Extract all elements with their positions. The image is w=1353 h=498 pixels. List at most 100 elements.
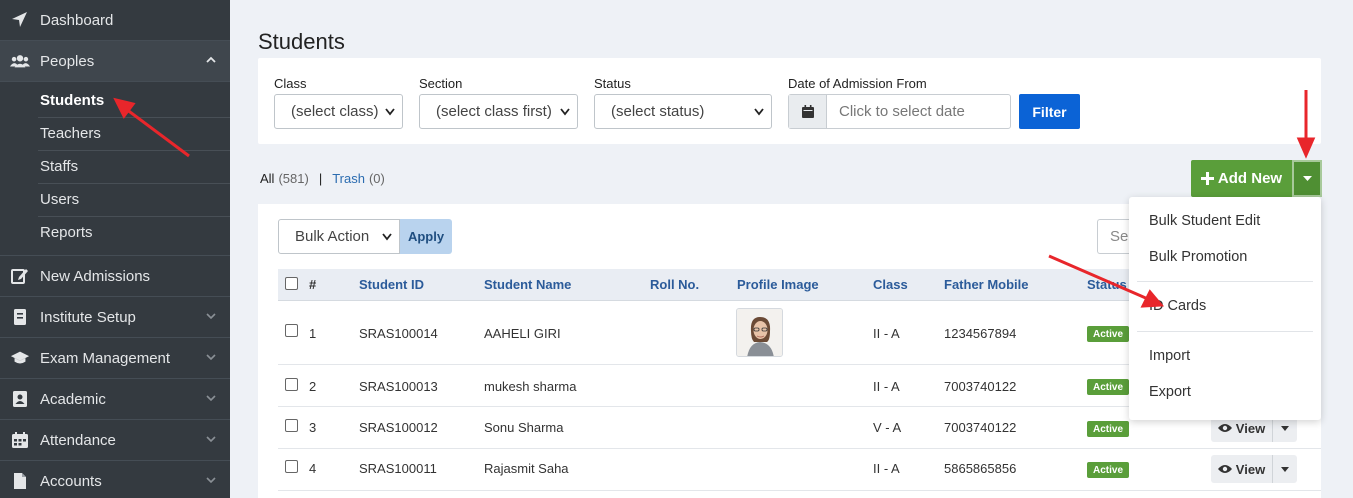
cell-num: 2 xyxy=(309,379,317,394)
bulk-action-value: Bulk Action xyxy=(295,228,370,245)
cell-student-name: Sonu Sharma xyxy=(484,420,564,435)
sidebar-item-accounts[interactable]: Accounts xyxy=(0,461,230,498)
avatar[interactable] xyxy=(736,308,783,357)
status-badge: Active xyxy=(1087,462,1130,478)
filter-panel: Class (select class) Section (select cla… xyxy=(258,58,1321,144)
sidebar-subitem-students[interactable]: Students xyxy=(0,84,230,117)
section-label: Section xyxy=(419,76,463,91)
cell-student-id: SRAS100011 xyxy=(359,461,437,476)
select-all-checkbox[interactable] xyxy=(285,277,298,290)
sidebar-subitem-staffs[interactable]: Staffs xyxy=(0,150,230,183)
chevron-down-icon xyxy=(382,233,392,241)
sidebar-subitem-users[interactable]: Users xyxy=(0,183,230,216)
col-student-id[interactable]: Student ID xyxy=(359,277,424,292)
col-student-name[interactable]: Student Name xyxy=(484,277,571,292)
col-class[interactable]: Class xyxy=(873,277,908,292)
sidebar: Dashboard Peoples Students Teachers Staf… xyxy=(0,0,230,498)
cell-student-id: SRAS100012 xyxy=(359,420,438,435)
caret-down-icon xyxy=(1281,425,1289,431)
class-select[interactable]: (select class) xyxy=(274,94,403,129)
book-icon xyxy=(10,307,30,327)
sidebar-item-exam-management[interactable]: Exam Management xyxy=(0,338,230,378)
status-badge: Active xyxy=(1087,421,1130,437)
sidebar-item-attendance[interactable]: Attendance xyxy=(0,420,230,460)
calendar-icon xyxy=(10,430,30,450)
col-father-mobile[interactable]: Father Mobile xyxy=(944,277,1029,292)
row-checkbox[interactable] xyxy=(285,324,298,337)
cell-student-name: mukesh sharma xyxy=(484,379,577,394)
status-label: Status xyxy=(594,76,631,91)
sidebar-item-label: Dashboard xyxy=(40,11,114,29)
section-select-value: (select class first) xyxy=(436,103,552,120)
cell-father-mobile: 1234567894 xyxy=(944,326,1017,341)
status-select[interactable]: (select status) xyxy=(594,94,772,129)
sidebar-item-institute-setup[interactable]: Institute Setup xyxy=(0,297,230,337)
sidebar-item-new-admissions[interactable]: New Admissions xyxy=(0,256,230,296)
row-actions-toggle[interactable] xyxy=(1273,455,1297,483)
tab-trash[interactable]: Trash xyxy=(332,171,365,186)
row-checkbox[interactable] xyxy=(285,460,298,473)
apply-button[interactable]: Apply xyxy=(400,219,452,254)
menu-item-bulk-promotion[interactable]: Bulk Promotion xyxy=(1149,249,1247,265)
col-status[interactable]: Status xyxy=(1087,277,1127,292)
menu-item-export[interactable]: Export xyxy=(1149,384,1191,400)
cell-class: II - A xyxy=(873,379,900,394)
section-select[interactable]: (select class first) xyxy=(419,94,578,129)
sidebar-item-peoples[interactable]: Peoples xyxy=(0,41,230,81)
view-button[interactable]: View xyxy=(1211,455,1273,483)
row-actions: View xyxy=(1211,455,1297,483)
col-num: # xyxy=(309,277,317,292)
eye-icon xyxy=(1217,465,1232,473)
class-label: Class xyxy=(274,76,307,91)
chevron-down-icon xyxy=(206,313,216,320)
sidebar-item-dashboard[interactable]: Dashboard xyxy=(0,0,230,40)
menu-item-import[interactable]: Import xyxy=(1149,348,1190,364)
status-badge: Active xyxy=(1087,379,1130,395)
menu-item-bulk-student-edit[interactable]: Bulk Student Edit xyxy=(1149,213,1260,229)
tab-separator: | xyxy=(318,171,323,186)
cell-father-mobile: 7003740122 xyxy=(944,379,1017,394)
eye-icon xyxy=(1217,424,1232,432)
bulk-action-select[interactable]: Bulk Action xyxy=(278,219,400,254)
calendar-icon[interactable] xyxy=(789,95,827,128)
edit-icon xyxy=(10,266,30,286)
cell-father-mobile: 7003740122 xyxy=(944,420,1017,435)
menu-item-id-cards[interactable]: ID Cards xyxy=(1149,298,1206,314)
status-tabs: All (581) | Trash (0) xyxy=(260,171,385,186)
cell-num: 3 xyxy=(309,420,317,435)
file-icon xyxy=(10,471,30,491)
graduation-cap-icon xyxy=(10,348,30,368)
cell-student-id: SRAS100014 xyxy=(359,326,438,341)
cell-num: 4 xyxy=(309,461,317,476)
status-badge: Active xyxy=(1087,326,1130,342)
view-label: View xyxy=(1235,461,1266,477)
sidebar-subitem-teachers[interactable]: Teachers xyxy=(0,117,230,150)
cell-father-mobile: 5865865856 xyxy=(944,461,1017,476)
date-input[interactable]: Click to select date xyxy=(827,95,1010,128)
add-new-button[interactable]: Add New xyxy=(1191,160,1292,197)
add-new-dropdown-menu: Bulk Student Edit Bulk Promotion ID Card… xyxy=(1129,197,1321,420)
add-new-dropdown-toggle[interactable] xyxy=(1292,160,1322,197)
chevron-down-icon xyxy=(206,354,216,361)
row-checkbox[interactable] xyxy=(285,378,298,391)
chevron-down-icon xyxy=(206,395,216,402)
date-label: Date of Admission From xyxy=(788,76,927,91)
sidebar-item-academic[interactable]: Academic xyxy=(0,379,230,419)
add-new-label: Add New xyxy=(1217,170,1283,187)
sidebar-item-label: Institute Setup xyxy=(40,308,136,326)
users-icon xyxy=(10,51,30,71)
cell-num: 1 xyxy=(309,326,317,341)
sidebar-item-label: Attendance xyxy=(40,431,116,449)
chevron-down-icon xyxy=(754,108,764,116)
contact-book-icon xyxy=(10,389,30,409)
cell-class: II - A xyxy=(873,461,900,476)
row-checkbox[interactable] xyxy=(285,419,298,432)
col-roll-no[interactable]: Roll No. xyxy=(650,277,699,292)
filter-button[interactable]: Filter xyxy=(1019,94,1080,129)
tab-all[interactable]: All xyxy=(260,171,274,186)
add-new-button-group: Add New xyxy=(1191,160,1322,197)
chevron-down-icon xyxy=(385,108,395,116)
date-of-admission-field[interactable]: Click to select date xyxy=(788,94,1011,129)
sidebar-subitem-reports[interactable]: Reports xyxy=(0,216,230,249)
tab-all-count: (581) xyxy=(278,171,309,186)
